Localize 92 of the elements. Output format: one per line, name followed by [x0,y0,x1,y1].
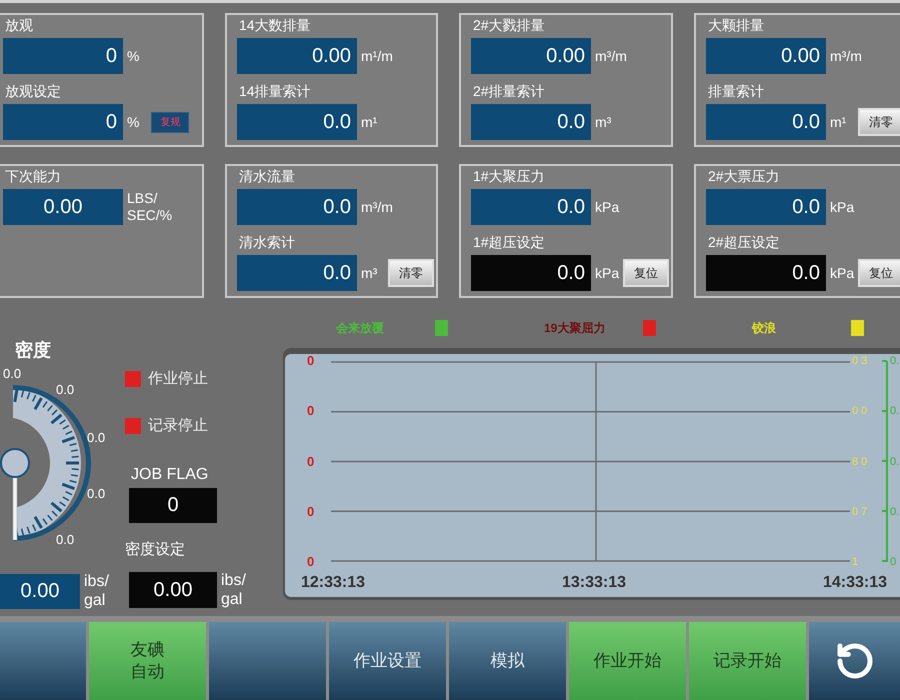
toolbar-button[interactable]: 记录开始 [689,622,806,700]
unit-label: m³/m [595,48,627,64]
toolbar-button[interactable]: 作业开始 [569,622,686,700]
unit-label: LBS/ SEC/% [127,190,172,224]
unit-label: % [127,114,140,130]
unit-label: m¹/m [361,48,393,64]
unit-label: m³/m [830,48,862,64]
time-label: 14:33:13 [822,573,887,593]
unit-label: m³ [361,264,378,282]
unit-label: kPa [595,264,620,282]
gauge-title: 密度 [15,339,51,361]
action-button[interactable]: 清零 [858,108,900,136]
axis-label: 0. [890,504,900,519]
value-display: 0.00 [706,38,826,74]
unit-label: kPa [830,198,854,216]
field-label: 放观 [5,16,33,35]
field-label: 大颗排量 [708,16,764,35]
unit-label: ibs/ gal [221,571,246,609]
axis-label: 0 [307,404,314,418]
action-button[interactable]: 清零 [388,259,434,287]
value-display: 0.00 [471,38,591,74]
unit-label: % [127,48,140,64]
gauge-label: 0.0 [87,486,106,501]
field-label: JOB FLAG [131,466,208,484]
field-label: 1#超压设定 [473,233,545,252]
gauge-label: 0.0 [3,366,22,381]
action-button[interactable]: 复位 [623,259,670,287]
value-display: 0.0 [471,104,591,140]
axis-label: 8 0 [852,454,868,468]
input-field[interactable]: 0.00 [129,572,217,608]
unit-label: m¹ [830,114,846,130]
field-label: 1#大聚压力 [473,167,545,186]
axis-label: 0 [307,504,314,519]
field-label: 密度设定 [125,541,185,558]
legend-label: 19大聚屈力 [544,320,606,336]
gauge-label: 0.0 [87,430,106,445]
toolbar-button[interactable]: 模拟 [449,622,566,700]
axis-label: 0 [307,555,314,569]
unit-label: kPa [830,264,854,282]
axis-label: 0 [890,555,896,569]
field-label: 2#大戮排量 [473,16,545,35]
input-field[interactable]: 0.0 [471,255,591,291]
axis-label: 1 [852,555,858,569]
value-display: 0.00 [0,574,80,608]
axis-label: 0 0 [852,404,868,418]
field-label: 排量索计 [708,82,764,101]
axis-label: 0. [890,404,900,418]
unit-label: m¹ [361,114,378,130]
field-label: 2#大票压力 [708,167,780,186]
axis-label: 0 7 [852,504,868,519]
axis-label: 0 3 [852,354,868,368]
value-display: 0.0 [237,104,357,140]
field-label: 2#超压设定 [708,233,780,252]
value-display: 0 [3,38,123,74]
indicator-label: 作业停止 [148,371,208,387]
circular-arrow-icon [834,641,874,681]
toolbar-button[interactable]: 作业设置 [329,622,446,700]
unit-label: kPa [595,198,620,216]
toolbar-button[interactable] [809,622,900,700]
field-label: 清水流量 [239,167,295,186]
legend-label: 会来放覆 [336,320,384,336]
field-label: 14大数排量 [239,16,311,35]
input-field[interactable]: 0 [129,488,217,523]
time-label: 13:33:13 [562,573,626,593]
value-display: 0.00 [3,189,123,225]
field-label: 2#排量索计 [473,82,545,101]
unit-label: m³/m [361,198,393,216]
unit-label: m³ [595,114,612,130]
axis-label: 0. [890,454,900,468]
value-display: 0.0 [706,104,826,140]
unit-label: ibs/ gal [84,572,109,610]
value-display: 0.0 [706,189,826,225]
field-label: 清水索计 [239,233,295,252]
field-label: 14排量索计 [239,82,311,101]
axis-label: 0 [307,354,314,368]
gauge-label: 0.0 [56,532,74,547]
value-display: 0 [3,104,123,140]
field-label: 下次能力 [5,167,61,186]
indicator-label: 记录停止 [148,418,208,434]
field-label: 放观设定 [5,82,61,101]
action-button[interactable]: 复位 [858,259,900,287]
axis-label: 0. [890,354,900,368]
time-label: 12:33:13 [301,573,366,593]
value-display: 0.0 [237,189,357,225]
value-display: 0.0 [471,189,591,225]
value-display: 0.0 [237,255,357,291]
gauge-label: 0.0 [56,382,74,397]
input-field[interactable]: 0.0 [706,255,826,291]
legend-label: 铰浪 [752,320,776,336]
value-display: 0.00 [237,38,357,74]
toolbar-button[interactable]: 友碘 自动 [89,622,206,700]
axis-label: 0 [307,454,314,468]
